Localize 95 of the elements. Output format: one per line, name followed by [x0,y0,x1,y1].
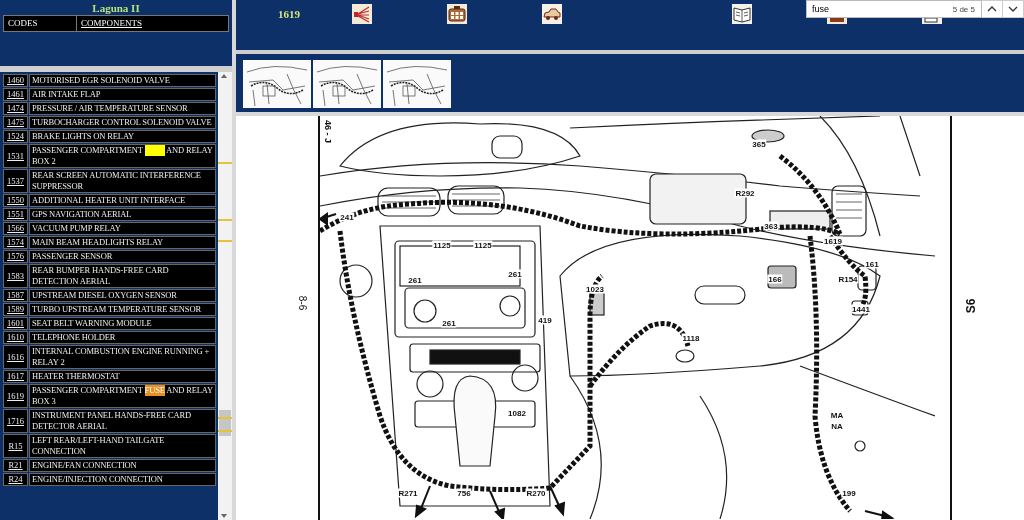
callout-label: 1441 [851,304,871,314]
chevron-up-icon [987,6,997,12]
component-code-link[interactable]: 1550 [3,194,28,207]
callout-label: MA [829,410,845,420]
callout-label: R154 [837,274,859,284]
component-description: SEAT BELT WARNING MODULE [29,317,217,330]
component-code-link[interactable]: 1460 [3,74,28,87]
nav-link[interactable]: CODES [4,16,77,31]
callout-label: R270 [525,488,547,498]
callout-label: 261 [507,269,523,279]
callout-label: 261 [407,275,423,285]
component-code-link[interactable]: 1587 [3,289,28,302]
callout-label: 365 [751,139,767,149]
component-description: REAR BUMPER HANDS-FREE CARD DETECTION AERIAL [29,264,217,288]
previous-match-button[interactable] [982,0,1003,18]
component-code-link[interactable]: 1537 [3,169,28,193]
callout-label: 261 [441,318,457,328]
callout-label: 363 [763,221,779,231]
component-code-link[interactable]: 1589 [3,303,28,316]
component-code: 1619 [278,8,300,20]
component-description: BRAKE LIGHTS ON RELAY [29,130,217,143]
component-description: AIR INTAKE FLAP [29,88,217,101]
component-description: GPS NAVIGATION AERIAL [29,208,217,221]
component-description: PASSENGER SENSOR [29,250,217,263]
callout-label: 1118 [681,333,701,343]
scroll-up-icon[interactable] [221,74,228,78]
page-margin-label: 8-6 [295,295,308,311]
component-description: PASSENGER COMPARTMENT FUSE AND RELAY BOX 3 [29,384,217,408]
next-match-button[interactable] [1003,0,1024,18]
component-code-link[interactable]: 1610 [3,331,28,344]
component-description: INSTRUMENT PANEL HANDS-FREE CARD DETECTOR AERIAL [29,409,217,433]
callout-label: 419 [537,315,553,325]
component-description: ENGINE/INJECTION CONNECTION [29,473,217,486]
match-count: 5 de 5 [952,4,975,14]
scrollbar[interactable] [216,72,232,520]
callout-label: NA [830,421,844,431]
component-description: ENGINE/FAN CONNECTION [29,459,217,472]
component-description: TURBOCHARGER CONTROL SOLENOID VALVE [29,116,217,129]
component-code-link[interactable]: 1574 [3,236,28,249]
component-description: PASSENGER COMPARTMENT AND RELAY BOX 2 [29,144,217,168]
callout-label: 1023 [585,284,605,294]
component-code-link[interactable]: 1583 [3,264,28,288]
component-description: VACUUM PUMP RELAY [29,222,217,235]
document-icon[interactable] [827,18,847,24]
callout-label: 161 [864,259,880,269]
callout-label: 1619 [823,236,843,246]
component-code-link[interactable]: 1576 [3,250,28,263]
callout-label: 199 [841,488,857,498]
callout-label: 1082 [507,408,527,418]
callout-label: 756 [456,488,472,498]
callout-label: R271 [397,488,419,498]
component-code-link[interactable]: 1461 [3,88,28,101]
component-description: LEFT REAR/LEFT-HAND TAILGATE CONNECTION [29,434,217,458]
component-description: MOTORISED EGR SOLENOID VALVE [29,74,217,87]
component-code-link[interactable]: 1619 [3,384,28,408]
component-description: INTERNAL COMBUSTION ENGINE RUNNING + RELAY 2 [29,345,217,369]
nav-link[interactable]: COMPONENTS [77,16,228,31]
component-code-link[interactable]: R15 [3,434,28,458]
sheet-reference-label: 46 - J [323,120,333,143]
chevron-down-icon [1008,6,1018,12]
diagram-thumbnail[interactable] [383,60,451,108]
callout-label: R292 [734,188,756,198]
component-description: TURBO UPSTREAM TEMPERATURE SENSOR [29,303,217,316]
callout-label: 1125 [432,240,452,250]
component-code-link[interactable]: 1617 [3,370,28,383]
component-code-link[interactable]: R24 [3,473,28,486]
component-code-link[interactable]: 1616 [3,345,28,369]
component-description: MAIN BEAM HEADLIGHTS RELAY [29,236,217,249]
component-code-link[interactable]: 1601 [3,317,28,330]
component-code-link[interactable]: 1531 [3,144,28,168]
callout-label: 166 [767,274,783,284]
diagram-thumbnail[interactable] [313,60,381,108]
component-code-link[interactable]: R21 [3,459,28,472]
component-code-link[interactable]: 1566 [3,222,28,235]
component-code-link[interactable]: 1524 [3,130,28,143]
car-icon[interactable] [542,4,562,24]
connector-icon[interactable] [447,4,467,24]
page-margin-label: S6 [964,298,979,314]
component-description: UPSTREAM DIESEL OXYGEN SENSOR [29,289,217,302]
callout-label: 241 [339,212,355,222]
app-title: Laguna II [91,2,141,15]
wiring-icon[interactable] [352,4,372,24]
component-description: REAR SCREEN AUTOMATIC INTERFERENCE SUPPRESSOR [29,169,217,193]
callout-label: 1125 [473,240,493,250]
component-description: TELEPHONE HOLDER [29,331,217,344]
scroll-down-icon[interactable] [221,514,228,518]
component-description: PRESSURE / AIR TEMPERATURE SENSOR [29,102,217,115]
component-description: ADDITIONAL HEATER UNIT INTERFACE [29,194,217,207]
component-code-link[interactable]: 1551 [3,208,28,221]
component-code-link[interactable]: 1475 [3,116,28,129]
component-code-link[interactable]: 1474 [3,102,28,115]
component-code-link[interactable]: 1716 [3,409,28,433]
component-description: HEATER THERMOSTAT [29,370,217,383]
book-icon[interactable] [732,4,752,24]
diagram-thumbnail[interactable] [243,60,311,108]
